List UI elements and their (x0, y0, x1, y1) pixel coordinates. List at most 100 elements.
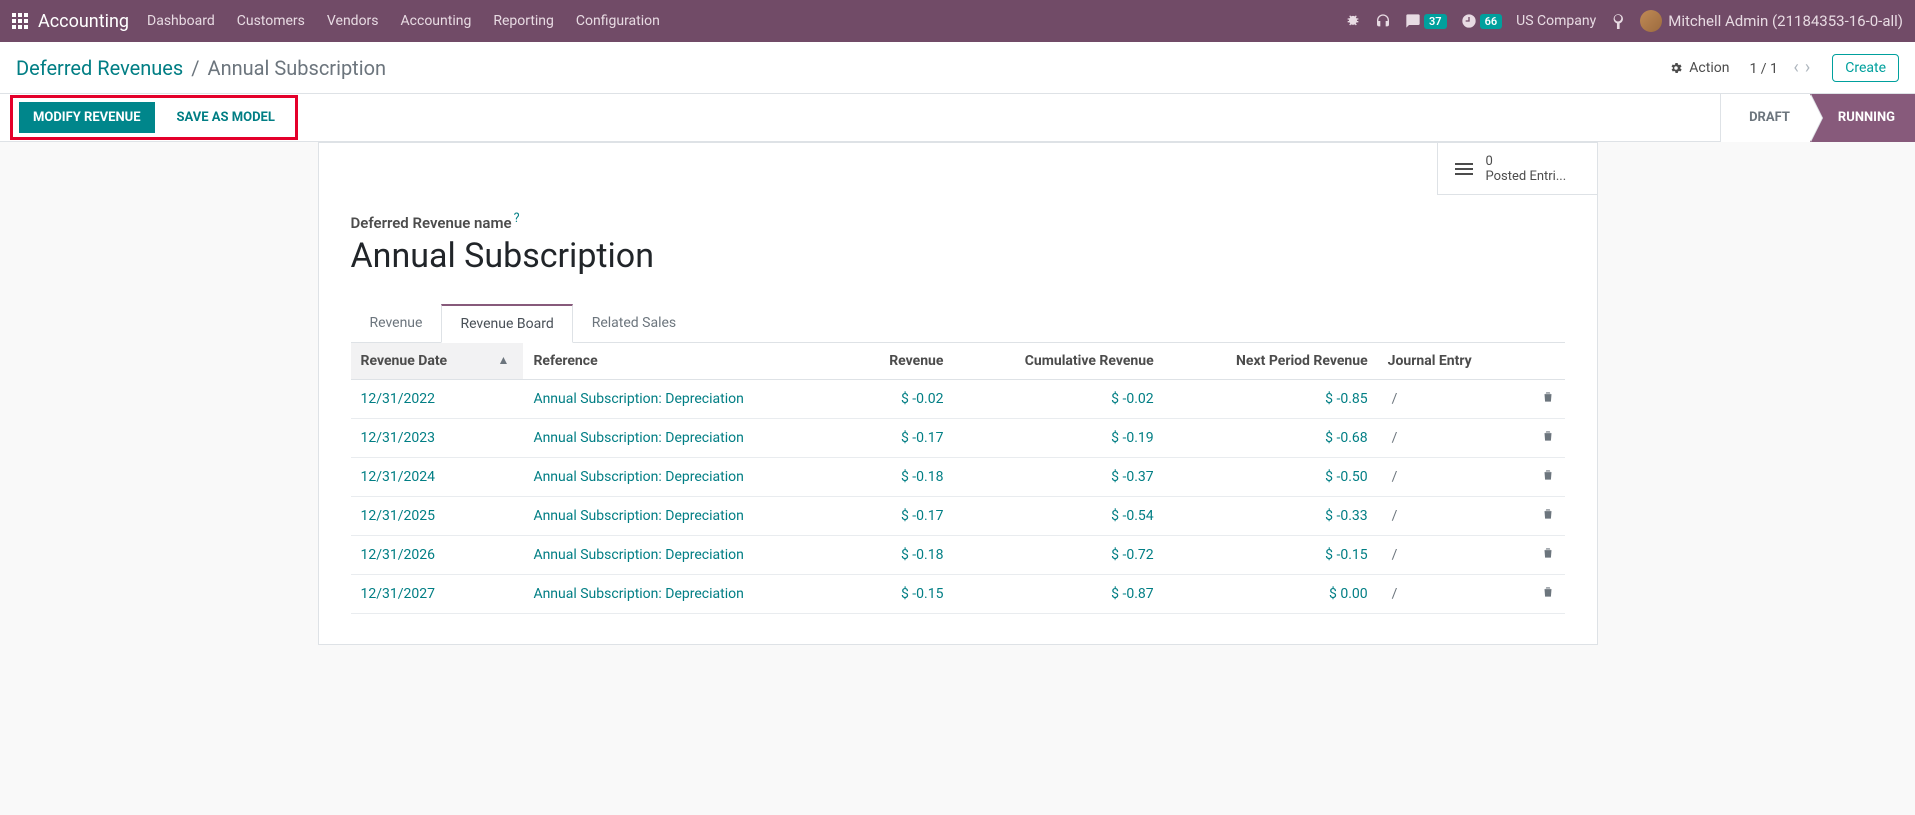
help-icon[interactable]: ? (514, 211, 520, 226)
delete-row-icon[interactable] (1525, 419, 1565, 458)
table-row[interactable]: 12/31/2025Annual Subscription: Depreciat… (351, 497, 1565, 536)
cell-cumulative: $ -0.19 (953, 419, 1163, 458)
modify-revenue-button[interactable]: MODIFY REVENUE (19, 102, 155, 133)
pager-next-icon[interactable]: › (1803, 57, 1812, 78)
record-label: Deferred Revenue name? (351, 143, 1565, 232)
menu-reporting[interactable]: Reporting (493, 13, 554, 29)
cell-cumulative: $ -0.37 (953, 458, 1163, 497)
cell-journal-entry[interactable]: / (1378, 419, 1525, 458)
user-menu[interactable]: Mitchell Admin (21184353-16-0-all) (1640, 10, 1903, 32)
messages-badge: 37 (1424, 14, 1447, 29)
col-cumulative[interactable]: Cumulative Revenue (953, 343, 1163, 380)
cell-journal-entry[interactable]: / (1378, 458, 1525, 497)
posted-entries-stat[interactable]: 0 Posted Entri... (1437, 143, 1597, 195)
cell-revenue: $ -0.18 (849, 536, 954, 575)
cell-cumulative: $ -0.87 (953, 575, 1163, 614)
action-dropdown[interactable]: Action (1669, 60, 1729, 76)
delete-row-icon[interactable] (1525, 536, 1565, 575)
col-journal-entry[interactable]: Journal Entry (1378, 343, 1525, 380)
status-draft[interactable]: DRAFT (1720, 94, 1810, 142)
cell-cumulative: $ -0.72 (953, 536, 1163, 575)
activities-badge: 66 (1480, 14, 1503, 29)
col-reference[interactable]: Reference (523, 343, 848, 380)
delete-row-icon[interactable] (1525, 497, 1565, 536)
status-arrows: DRAFT RUNNING (1720, 94, 1915, 142)
tab-revenue[interactable]: Revenue (351, 304, 442, 343)
form-sheet: 0 Posted Entri... Deferred Revenue name?… (318, 142, 1598, 645)
cell-reference[interactable]: Annual Subscription: Depreciation (523, 575, 848, 614)
cell-next: $ -0.50 (1164, 458, 1378, 497)
activities-icon[interactable]: 66 (1461, 13, 1503, 29)
breadcrumb: Deferred Revenues / Annual Subscription (16, 56, 386, 80)
breadcrumb-root[interactable]: Deferred Revenues (16, 56, 183, 80)
cell-date[interactable]: 12/31/2027 (351, 575, 524, 614)
breadcrumb-separator: / (191, 56, 199, 80)
cell-cumulative: $ -0.02 (953, 380, 1163, 419)
support-icon[interactable] (1375, 13, 1391, 29)
delete-row-icon[interactable] (1525, 575, 1565, 614)
cell-date[interactable]: 12/31/2023 (351, 419, 524, 458)
cell-reference[interactable]: Annual Subscription: Depreciation (523, 536, 848, 575)
cell-revenue: $ -0.02 (849, 380, 954, 419)
avatar (1640, 10, 1662, 32)
cell-date[interactable]: 12/31/2024 (351, 458, 524, 497)
menu-customers[interactable]: Customers (237, 13, 305, 29)
col-revenue-date[interactable]: Revenue Date▲ (351, 343, 524, 380)
revenue-board-table: Revenue Date▲ Reference Revenue Cumulati… (351, 343, 1565, 614)
cell-revenue: $ -0.17 (849, 419, 954, 458)
cell-journal-entry[interactable]: / (1378, 575, 1525, 614)
pager-text[interactable]: 1 / 1 (1749, 61, 1777, 77)
delete-row-icon[interactable] (1525, 380, 1565, 419)
cell-date[interactable]: 12/31/2022 (351, 380, 524, 419)
messages-icon[interactable]: 37 (1405, 13, 1447, 29)
pager: 1 / 1 ‹ › (1749, 57, 1812, 78)
tools-icon[interactable] (1610, 13, 1626, 29)
col-next-period[interactable]: Next Period Revenue (1164, 343, 1378, 380)
user-name: Mitchell Admin (21184353-16-0-all) (1668, 12, 1903, 30)
record-title: Annual Subscription (351, 236, 1565, 276)
highlighted-actions: MODIFY REVENUE SAVE AS MODEL (10, 95, 298, 140)
create-button[interactable]: Create (1832, 54, 1899, 82)
cell-revenue: $ -0.15 (849, 575, 954, 614)
cell-reference[interactable]: Annual Subscription: Depreciation (523, 419, 848, 458)
cell-journal-entry[interactable]: / (1378, 380, 1525, 419)
table-row[interactable]: 12/31/2024Annual Subscription: Depreciat… (351, 458, 1565, 497)
cell-reference[interactable]: Annual Subscription: Depreciation (523, 458, 848, 497)
tab-related-sales[interactable]: Related Sales (573, 304, 695, 343)
menu-dashboard[interactable]: Dashboard (147, 13, 215, 29)
cell-journal-entry[interactable]: / (1378, 497, 1525, 536)
cell-reference[interactable]: Annual Subscription: Depreciation (523, 380, 848, 419)
company-selector[interactable]: US Company (1516, 13, 1596, 29)
status-running[interactable]: RUNNING (1810, 94, 1915, 142)
cell-journal-entry[interactable]: / (1378, 536, 1525, 575)
debug-icon[interactable] (1345, 13, 1361, 29)
menu-configuration[interactable]: Configuration (576, 13, 660, 29)
cell-next: $ -0.68 (1164, 419, 1378, 458)
table-row[interactable]: 12/31/2023Annual Subscription: Depreciat… (351, 419, 1565, 458)
cell-next: $ -0.15 (1164, 536, 1378, 575)
cell-reference[interactable]: Annual Subscription: Depreciation (523, 497, 848, 536)
status-bar: MODIFY REVENUE SAVE AS MODEL DRAFT RUNNI… (0, 94, 1915, 142)
delete-row-icon[interactable] (1525, 458, 1565, 497)
app-brand[interactable]: Accounting (38, 11, 129, 32)
cell-cumulative: $ -0.54 (953, 497, 1163, 536)
main-navbar: Accounting Dashboard Customers Vendors A… (0, 0, 1915, 42)
apps-icon[interactable] (12, 13, 28, 29)
save-as-model-button[interactable]: SAVE AS MODEL (163, 102, 289, 133)
table-row[interactable]: 12/31/2022Annual Subscription: Depreciat… (351, 380, 1565, 419)
table-row[interactable]: 12/31/2027Annual Subscription: Depreciat… (351, 575, 1565, 614)
cell-date[interactable]: 12/31/2025 (351, 497, 524, 536)
breadcrumb-current: Annual Subscription (208, 56, 387, 80)
stat-count: 0 (1486, 154, 1567, 169)
list-icon (1452, 157, 1476, 181)
cell-next: $ -0.33 (1164, 497, 1378, 536)
menu-accounting[interactable]: Accounting (401, 13, 472, 29)
stat-label: Posted Entri... (1486, 169, 1567, 184)
pager-prev-icon[interactable]: ‹ (1791, 57, 1800, 78)
cell-next: $ 0.00 (1164, 575, 1378, 614)
cell-date[interactable]: 12/31/2026 (351, 536, 524, 575)
tab-revenue-board[interactable]: Revenue Board (441, 304, 572, 343)
col-revenue[interactable]: Revenue (849, 343, 954, 380)
menu-vendors[interactable]: Vendors (327, 13, 379, 29)
table-row[interactable]: 12/31/2026Annual Subscription: Depreciat… (351, 536, 1565, 575)
